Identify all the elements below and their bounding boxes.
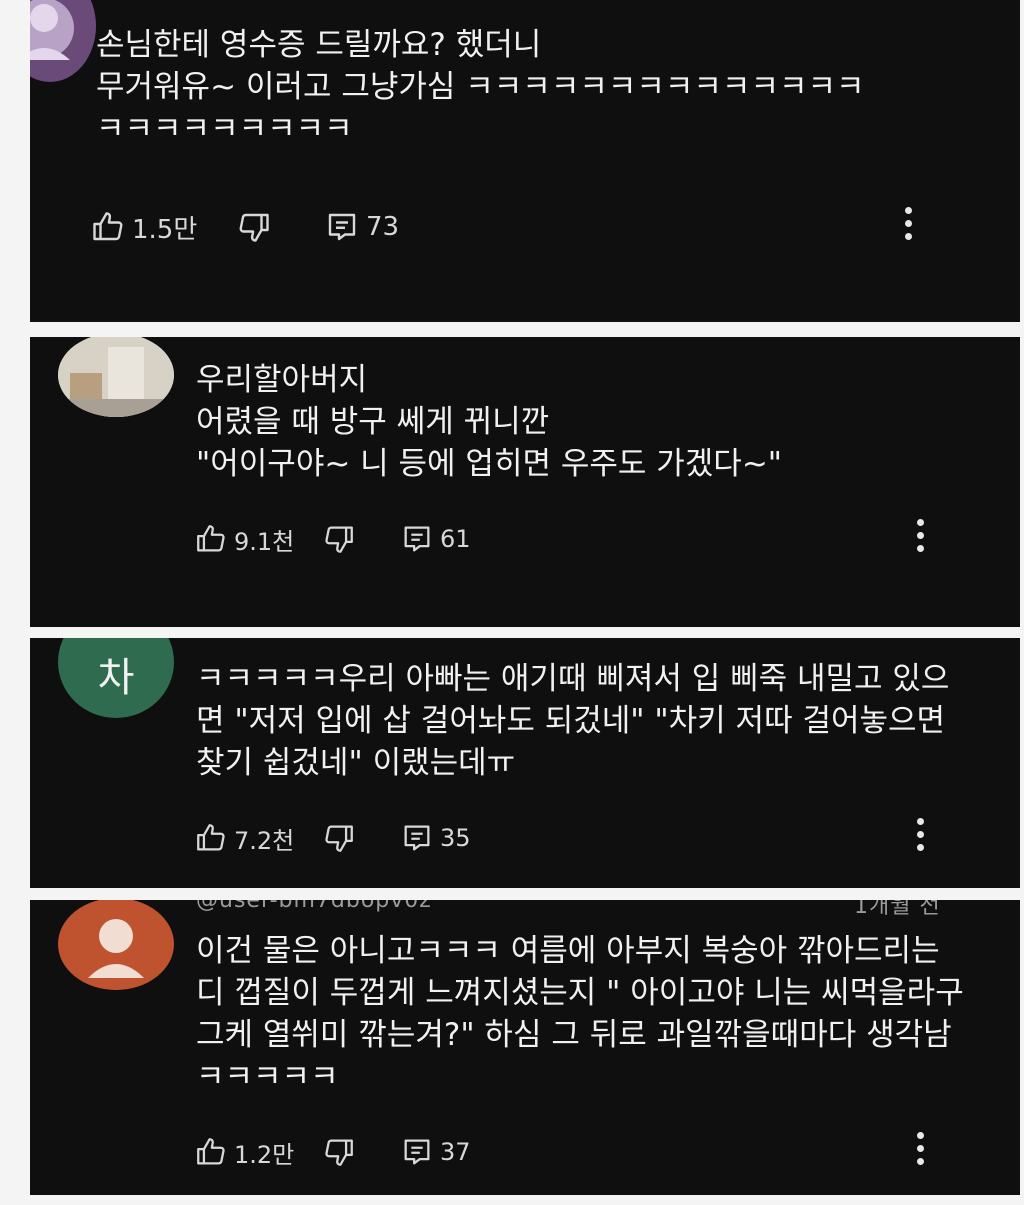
like-button[interactable]: 9.1천	[194, 519, 294, 559]
thumbs-down-icon	[325, 825, 353, 852]
comment-card-3: 차 ㅋㅋㅋㅋㅋ우리 아빠는 애기때 삐져서 입 삐죽 내밀고 있으 면 "저저 …	[30, 638, 1020, 888]
reply-count: 61	[440, 525, 471, 553]
comment-actions: 7.2천 35	[194, 818, 994, 858]
like-button[interactable]: 1.5만	[90, 207, 197, 247]
thumbs-up-icon	[197, 525, 225, 552]
avatar-letter: 차	[97, 655, 135, 701]
comment-actions: 1.5만 73	[90, 207, 1010, 247]
like-count: 9.1천	[234, 527, 295, 556]
user-avatar: 차	[58, 638, 174, 718]
user-avatar[interactable]	[30, 0, 96, 82]
like-count: 7.2천	[234, 826, 295, 855]
room-photo-avatar-icon	[58, 337, 174, 417]
comment-text: 손님한테 영수증 드릴까요? 했더니 무거워유~ 이러고 그냥가심 ㅋㅋㅋㅋㅋㅋ…	[96, 27, 865, 147]
default-user-avatar-icon	[88, 919, 144, 978]
more-options-icon[interactable]	[914, 1132, 926, 1171]
reply-icon	[404, 825, 430, 851]
thumbs-down-icon	[325, 526, 353, 553]
reply-button[interactable]: 35	[400, 818, 471, 858]
more-options-icon[interactable]	[914, 519, 926, 558]
like-count: 1.2만	[234, 1140, 295, 1169]
thumbs-up-icon	[197, 1138, 225, 1165]
avatar-image-icon	[30, 0, 74, 60]
reply-icon	[404, 1139, 430, 1165]
reply-icon	[404, 526, 430, 552]
like-button[interactable]: 7.2천	[194, 818, 294, 858]
thumbs-up-icon	[197, 824, 225, 851]
reply-count: 73	[366, 212, 400, 242]
reply-icon	[328, 213, 356, 241]
comment-card-2: 우리할아버지 어렸을 때 방구 쎄게 뀌니깐 "어이구야~ 니 등에 업히면 우…	[30, 337, 1020, 627]
thumbs-down-icon	[325, 1139, 353, 1166]
dislike-button[interactable]	[322, 519, 356, 559]
user-avatar[interactable]	[58, 900, 174, 990]
comment-text: 우리할아버지 어렸을 때 방구 쎄게 뀌니깐 "어이구야~ 니 등에 업히면 우…	[196, 362, 783, 482]
reply-button[interactable]: 73	[324, 207, 399, 247]
comment-text: 이건 물은 아니고ㅋㅋㅋ 여름에 아부지 복숭아 깎아드리는 디 껍질이 두껍게…	[196, 933, 964, 1095]
reply-count: 37	[440, 1138, 471, 1166]
comment-time: 1개월 전	[854, 900, 941, 919]
comment-card-1: 손님한테 영수증 드릴까요? 했더니 무거워유~ 이러고 그냥가심 ㅋㅋㅋㅋㅋㅋ…	[30, 0, 1020, 322]
reply-button[interactable]: 61	[400, 519, 471, 559]
dislike-button[interactable]	[322, 818, 356, 858]
like-button[interactable]: 1.2만	[194, 1132, 294, 1172]
comment-actions: 1.2만 37	[194, 1132, 994, 1172]
comment-text: ㅋㅋㅋㅋㅋ우리 아빠는 애기때 삐져서 입 삐죽 내밀고 있으 면 "저저 입에…	[196, 661, 950, 781]
more-options-icon[interactable]	[914, 818, 926, 857]
dislike-button[interactable]	[236, 207, 272, 247]
comment-author[interactable]: @user-bm7dbopv0z	[196, 900, 432, 913]
comment-card-4: @user-bm7dbopv0z 1개월 전 이건 물은 아니고ㅋㅋㅋ 여름에 …	[30, 900, 1020, 1195]
dislike-button[interactable]	[322, 1132, 356, 1172]
thumbs-up-icon	[93, 212, 123, 241]
user-avatar[interactable]	[58, 337, 174, 417]
more-options-icon[interactable]	[902, 207, 914, 246]
reply-button[interactable]: 37	[400, 1132, 471, 1172]
thumbs-down-icon	[239, 213, 269, 242]
reply-count: 35	[440, 824, 471, 852]
like-count: 1.5만	[132, 214, 198, 245]
comment-actions: 9.1천 61	[194, 519, 994, 559]
